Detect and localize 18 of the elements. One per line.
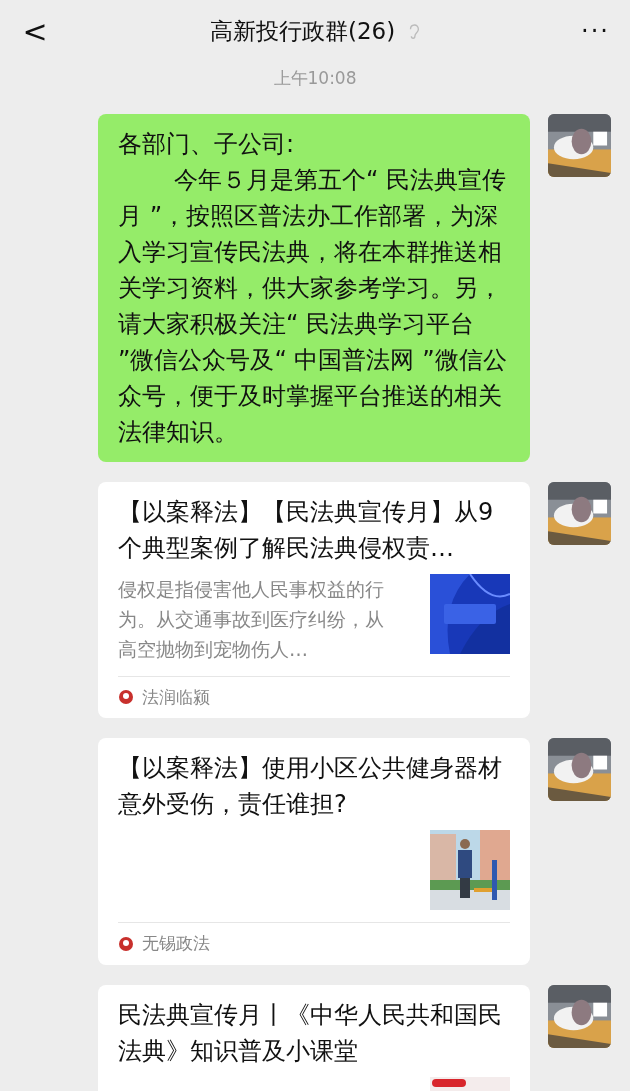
source-name: 无锡政法 — [142, 932, 210, 955]
article-card[interactable]: 【以案释法】使用小区公共健身器材意外受伤，责任谁担? 无锡政法 — [98, 738, 530, 965]
chat-title: 高新投行政群(26) — [209, 16, 396, 46]
logo-icon — [118, 689, 134, 706]
ear-icon — [407, 21, 422, 41]
article-card[interactable]: 民法典宣传月丨《中华人民共和国民法典》知识普及小课堂 — [98, 984, 530, 1091]
timestamp: 上午10:08 — [273, 67, 357, 90]
source-name: 法润临颍 — [142, 685, 210, 709]
article-title: 民法典宣传月丨《中华人民共和国民法典》知识普及小课堂 — [118, 999, 503, 1067]
message-text: 今年５月是第五个“ 民法典宣传月 ”，按照区普法办工作部署，为深入学习宣传民法典，将在本群推送相关学习资料，供大家参考学习。另，请大家积极关注“ 民法典学习平台 ”微信公众号及“ 中国普法网 ”微信公众号，便于及时掌握平台推送的相关法律知识。 — [118, 164, 508, 448]
back-button[interactable]: < — [20, 8, 50, 54]
article-card[interactable]: 【以案释法】【民法典宣传月】从9个典型案例了解民法典侵权责… 侵权是指侵害他人民事权益的行为。从交通事故到医疗纠纷，从高空抛物到宠物伤人… 法润临颍 — [98, 481, 530, 718]
logo-icon — [118, 935, 134, 952]
article-title: 【以案释法】【民法典宣传月】从9个典型案例了解民法典侵权责… — [118, 496, 495, 564]
article-title: 【以案释法】使用小区公共健身器材意外受伤，责任谁担? — [118, 753, 503, 820]
message-text: 各部门、子公司: — [118, 128, 296, 160]
article-description: 侵权是指侵害他人民事权益的行为。从交通事故到医疗纠纷，从高空抛物到宠物伤人… — [118, 576, 385, 662]
more-button[interactable]: ··· — [581, 13, 610, 49]
